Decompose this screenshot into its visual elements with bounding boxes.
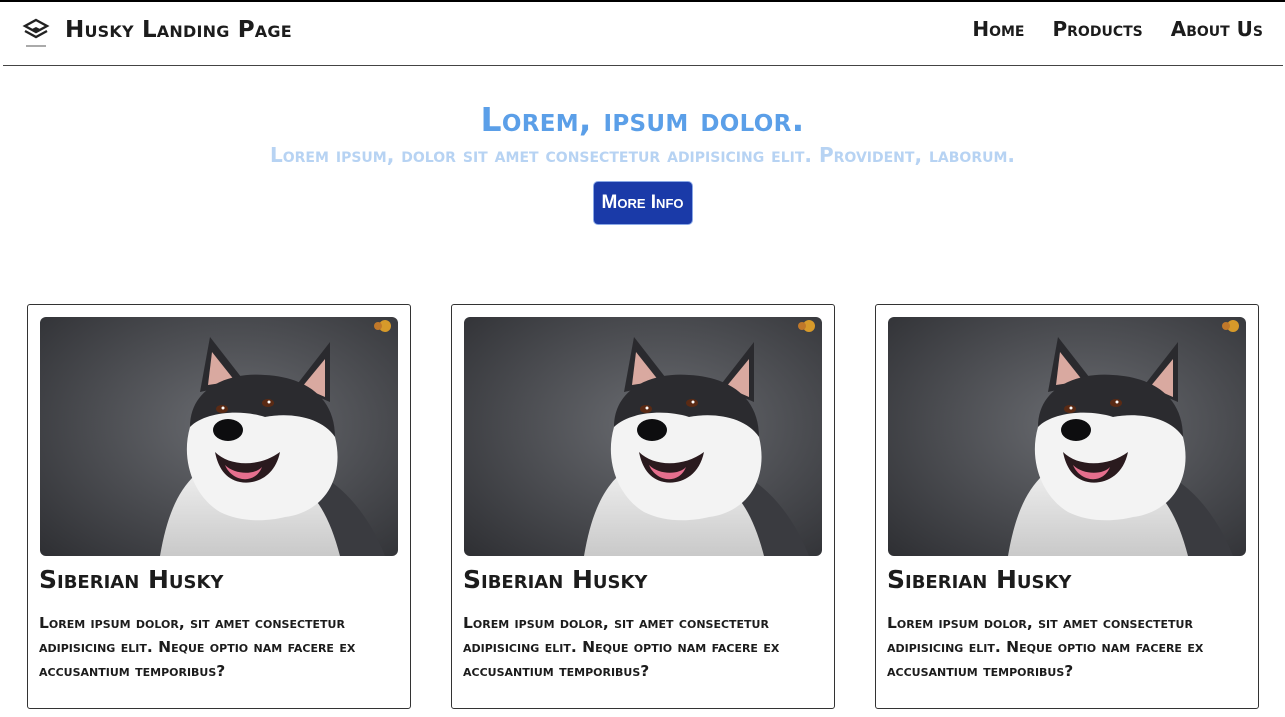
hero-section: Lorem, ipsum dolor. Lorem ipsum, dolor s… (0, 96, 1285, 225)
card-text: Lorem ipsum dolor, sit amet consectetur … (887, 614, 1204, 680)
nav-links: Home Products About Us (972, 17, 1263, 41)
card-siberian-husky-1: Siberian Husky Lorem ipsum dolor, sit am… (27, 304, 411, 709)
card-siberian-husky-3: Siberian Husky Lorem ipsum dolor, sit am… (875, 304, 1259, 709)
card-title: Siberian Husky (39, 565, 224, 594)
layers-logo-icon[interactable] (21, 18, 51, 50)
hero-title: Lorem, ipsum dolor. (480, 100, 805, 139)
more-info-button[interactable]: More Info (592, 181, 693, 225)
card-text: Lorem ipsum dolor, sit amet consectetur … (463, 614, 780, 680)
nav-link-home[interactable]: Home (972, 17, 1024, 41)
card-siberian-husky-2: Siberian Husky Lorem ipsum dolor, sit am… (451, 304, 835, 709)
card-title: Siberian Husky (463, 565, 648, 594)
card-text: Lorem ipsum dolor, sit amet consectetur … (39, 614, 356, 680)
card-title: Siberian Husky (887, 565, 1072, 594)
husky-photo (40, 317, 398, 556)
navbar: Husky Landing Page Home Products About U… (3, 2, 1283, 66)
hero-subtitle: Lorem ipsum, dolor sit amet consectetur … (269, 143, 1016, 167)
husky-photo (888, 317, 1246, 556)
nav-link-products[interactable]: Products (1052, 17, 1142, 41)
nav-link-about-us[interactable]: About Us (1171, 17, 1263, 41)
husky-photo (464, 317, 822, 556)
brand-title[interactable]: Husky Landing Page (65, 17, 292, 43)
